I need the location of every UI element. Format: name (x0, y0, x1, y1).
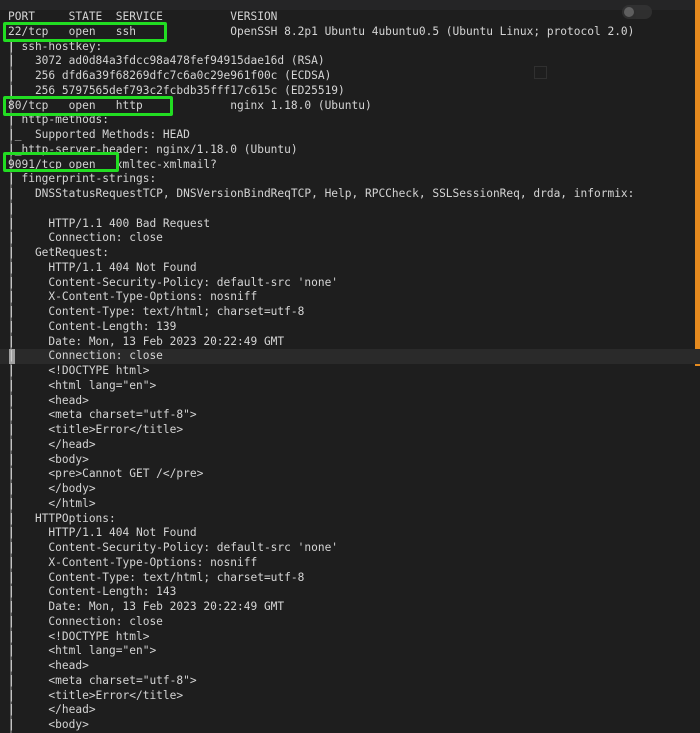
terminal-line: | <pre>Cannot GET /</pre> (0, 467, 700, 482)
terminal-line: | Content-Type: text/html; charset=utf-8 (0, 305, 700, 320)
terminal-line: | Date: Mon, 13 Feb 2023 20:22:49 GMT (0, 334, 700, 350)
terminal-line: | DNSStatusRequestTCP, DNSVersionBindReq… (0, 187, 700, 202)
terminal-line-text: | HTTP/1.1 400 Bad Request (8, 216, 211, 230)
terminal-line: | Connection: close (0, 349, 700, 364)
terminal-line-text: | <!DOCTYPE html> (8, 364, 150, 377)
terminal-line: | (0, 201, 700, 217)
terminal-line: | HTTPOptions: (0, 511, 700, 527)
terminal-line-text: | Connection: close (8, 614, 163, 628)
terminal-line-text: | Date: Mon, 13 Feb 2023 20:22:49 GMT (8, 600, 285, 613)
terminal-line-text: | <html lang="en"> (8, 644, 157, 658)
terminal-line: | <!DOCTYPE html> (0, 629, 700, 645)
terminal-line-text: | </head> (8, 703, 96, 717)
terminal-line: | </head> (0, 437, 700, 453)
terminal-line-text: | X-Content-Type-Options: nosniff (8, 290, 258, 304)
terminal-line: | <title>Error</title> (0, 423, 700, 438)
terminal-line: | <body> (0, 452, 700, 468)
terminal-line-text: | Content-Security-Policy: default-src '… (8, 541, 339, 554)
terminal-line: | Content-Security-Policy: default-src '… (0, 275, 700, 291)
terminal-line: | Content-Security-Policy: default-src '… (0, 541, 700, 556)
terminal-line-text: | X-Content-Type-Options: nosniff (8, 555, 258, 569)
terminal-line: | <html lang="en"> (0, 644, 700, 659)
terminal-line-text: | <html lang="en"> (8, 378, 157, 392)
terminal-line: | <body> (0, 718, 700, 733)
port-22-highlight (3, 22, 167, 42)
terminal-line-text: | Content-Type: text/html; charset=utf-8 (8, 570, 305, 584)
terminal-line: | <head> (0, 659, 700, 674)
window-header (0, 0, 700, 10)
terminal-line: | <html lang="en"> (0, 378, 700, 394)
terminal-line-text: | </body> (8, 482, 96, 495)
terminal-line-text: | </html> (8, 496, 96, 510)
terminal-line: | Content-Length: 143 (0, 585, 700, 600)
terminal-line-text: | Content-Length: 139 (8, 319, 177, 333)
terminal-line-text: | GetRequest: (8, 246, 116, 259)
terminal-line: | GetRequest: (0, 246, 700, 261)
terminal-line: | <head> (0, 393, 700, 409)
terminal-line: | Content-Type: text/html; charset=utf-8 (0, 570, 700, 586)
terminal-line-text: | DNSStatusRequestTCP, DNSVersionBindReq… (8, 187, 635, 200)
terminal-line: | <!DOCTYPE html> (0, 364, 700, 379)
terminal-line-text: | (8, 201, 15, 215)
terminal-line-text: | <pre>Cannot GET /</pre> (8, 467, 204, 481)
terminal-line: | <meta charset="utf-8"> (0, 673, 700, 689)
terminal-line: | HTTP/1.1 404 Not Found (0, 526, 700, 541)
terminal-line-text: | <body> (8, 452, 89, 466)
terminal-line-text: | <meta charset="utf-8"> (8, 408, 197, 422)
terminal-line-text: | HTTPOptions: (8, 511, 123, 525)
terminal-line: | 256 dfd6a39f68269dfc7c6a0c29e961f00c (… (0, 69, 700, 84)
terminal-line: | Content-Length: 139 (0, 319, 700, 335)
terminal-line: | fingerprint-strings: (0, 172, 700, 187)
terminal-line: |_ Supported Methods: HEAD (0, 128, 700, 143)
terminal-line: | <title>Error</title> (0, 688, 700, 704)
terminal-line-text: | 3072 ad0d84a3fdcc98a478fef94915dae16d … (8, 54, 325, 68)
terminal-line-text: | Date: Mon, 13 Feb 2023 20:22:49 GMT (8, 334, 285, 348)
terminal-line-text: | Connection: close (8, 349, 163, 363)
terminal-line: | </head> (0, 703, 700, 718)
port-9091-highlight (3, 152, 119, 172)
terminal-line-text: | </head> (8, 437, 96, 451)
terminal-line: | Connection: close (0, 231, 700, 246)
terminal-line-text: | 256 dfd6a39f68269dfc7c6a0c29e961f00c (… (8, 69, 332, 82)
terminal-line: | Date: Mon, 13 Feb 2023 20:22:49 GMT (0, 600, 700, 615)
terminal-line: | HTTP/1.1 400 Bad Request (0, 216, 700, 232)
terminal-line: | </html> (0, 496, 700, 512)
terminal-line-text: | <head> (8, 659, 89, 672)
terminal-line-text: | Content-Length: 143 (8, 585, 177, 599)
terminal-line-text: | <title>Error</title> (8, 688, 184, 702)
port-80-highlight (3, 96, 173, 116)
terminal-line-text: |_ Supported Methods: HEAD (8, 128, 190, 141)
terminal-line-text: | <body> (8, 718, 89, 731)
terminal-line-text: | <title>Error</title> (8, 423, 184, 436)
terminal-line: | <meta charset="utf-8"> (0, 408, 700, 423)
terminal-line: | X-Content-Type-Options: nosniff (0, 555, 700, 571)
terminal-line: | </body> (0, 482, 700, 497)
terminal-line-text: | Content-Type: text/html; charset=utf-8 (8, 305, 305, 318)
terminal-line-text: | Content-Security-Policy: default-src '… (8, 275, 339, 289)
terminal-line-text: | HTTP/1.1 404 Not Found (8, 526, 197, 540)
terminal-line: | 3072 ad0d84a3fdcc98a478fef94915dae16d … (0, 54, 700, 69)
terminal-line-text: | <meta charset="utf-8"> (8, 673, 197, 687)
terminal-line-text: | <!DOCTYPE html> (8, 629, 150, 643)
terminal-line-text: | fingerprint-strings: (8, 172, 163, 186)
terminal-output[interactable]: PORT STATE SERVICE VERSION 22/tcp open ss… (0, 0, 700, 733)
terminal-line-text: | <head> (8, 393, 89, 407)
terminal-line-text: | HTTP/1.1 404 Not Found (8, 260, 197, 274)
terminal-line: | HTTP/1.1 404 Not Found (0, 260, 700, 276)
terminal-line-text: | Connection: close (8, 231, 163, 245)
terminal-line: | X-Content-Type-Options: nosniff (0, 290, 700, 305)
terminal-line: | Connection: close (0, 614, 700, 630)
